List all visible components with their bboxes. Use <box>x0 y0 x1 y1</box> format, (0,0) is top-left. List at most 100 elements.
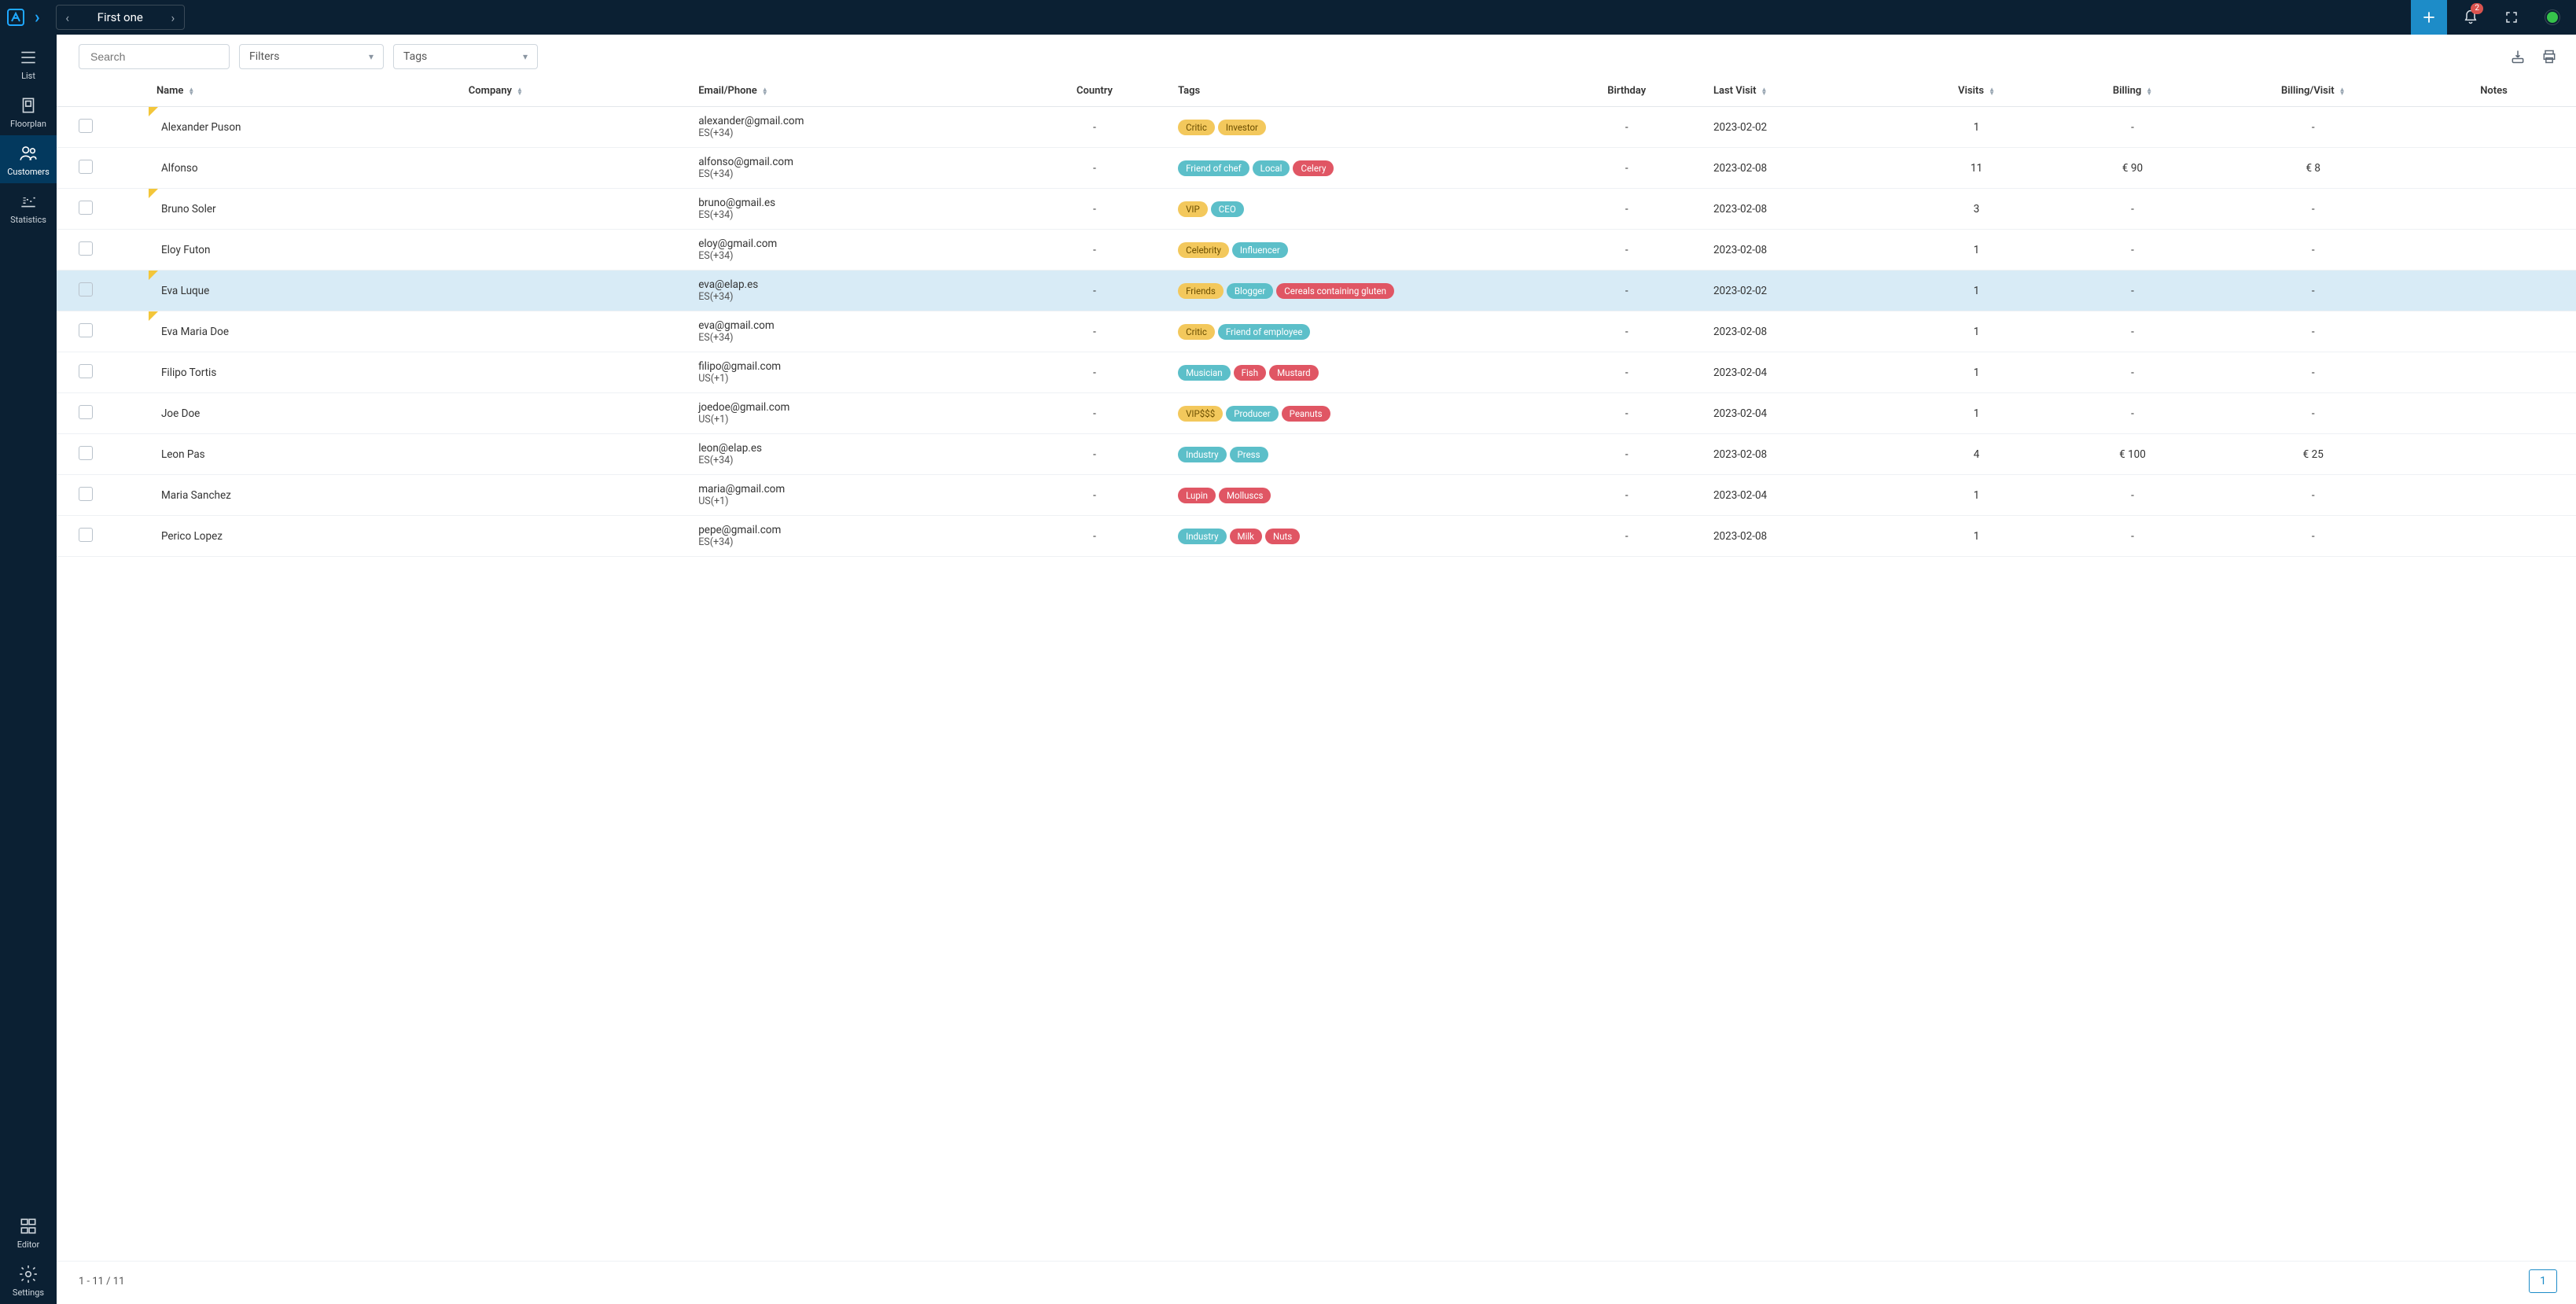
tags-label: Tags <box>403 50 427 63</box>
table-row[interactable]: Eva Luqueeva@elap.esES(+34)-FriendsBlogg… <box>57 271 2576 311</box>
tag-pill[interactable]: Producer <box>1226 406 1278 422</box>
sidebar-item-editor[interactable]: Editor <box>0 1208 57 1256</box>
location-next-button[interactable]: › <box>162 10 184 25</box>
tag-pill[interactable]: Critic <box>1178 120 1215 135</box>
cell-tags: VIP$$$ProducerPeanuts <box>1170 393 1547 434</box>
sidebar-item-statistics[interactable]: Statistics <box>0 183 57 231</box>
row-checkbox[interactable] <box>79 405 93 419</box>
cell-country: - <box>1019 148 1170 189</box>
tag-pill[interactable]: Industry <box>1178 529 1226 544</box>
page-button-1[interactable]: 1 <box>2529 1269 2557 1293</box>
tag-pill[interactable]: Fish <box>1234 365 1266 381</box>
row-checkbox[interactable] <box>79 364 93 378</box>
tag-pill[interactable]: Critic <box>1178 324 1215 340</box>
row-checkbox[interactable] <box>79 487 93 501</box>
filters-dropdown[interactable]: Filters ▾ <box>239 44 384 69</box>
location-prev-button[interactable]: ‹ <box>57 10 79 25</box>
tag-pill[interactable]: Celebrity <box>1178 242 1229 258</box>
row-checkbox[interactable] <box>79 282 93 297</box>
sidebar-item-customers[interactable]: Customers <box>0 135 57 183</box>
row-checkbox[interactable] <box>79 446 93 460</box>
col-billingvisit[interactable]: Billing/Visit▲▼ <box>2214 76 2412 107</box>
app-logo-icon[interactable] <box>6 8 25 27</box>
tag-pill[interactable]: Friend of chef <box>1178 160 1249 176</box>
cell-notes <box>2412 189 2576 230</box>
customer-name: Eva Luque <box>161 285 209 297</box>
location-title: First one <box>79 10 162 24</box>
tag-pill[interactable]: CEO <box>1211 201 1244 217</box>
col-email[interactable]: Email/Phone▲▼ <box>690 76 1019 107</box>
add-button[interactable] <box>2411 0 2447 35</box>
table-row[interactable]: Alexander Pusonalexander@gmail.comES(+34… <box>57 107 2576 148</box>
tag-pill[interactable]: Blogger <box>1227 283 1273 299</box>
row-checkbox[interactable] <box>79 160 93 174</box>
tag-pill[interactable]: Nuts <box>1265 529 1300 544</box>
status-indicator[interactable] <box>2535 0 2570 35</box>
row-checkbox[interactable] <box>79 119 93 133</box>
tag-pill[interactable]: VIP$$$ <box>1178 406 1223 422</box>
tag-pill[interactable]: Celery <box>1293 160 1334 176</box>
sidebar-item-settings[interactable]: Settings <box>0 1256 57 1304</box>
download-button[interactable] <box>2507 46 2529 68</box>
col-visits[interactable]: Visits▲▼ <box>1903 76 2051 107</box>
tag-pill[interactable]: Peanuts <box>1282 406 1330 422</box>
tag-pill[interactable]: Musician <box>1178 365 1231 381</box>
table-row[interactable]: Filipo Tortisfilipo@gmail.comUS(+1)-Musi… <box>57 352 2576 393</box>
row-checkbox[interactable] <box>79 323 93 337</box>
tag-pill[interactable]: Industry <box>1178 447 1226 462</box>
sidebar-item-list[interactable]: List <box>0 39 57 87</box>
tag-pill[interactable]: Press <box>1230 447 1268 462</box>
search-input-wrapper[interactable] <box>79 44 230 69</box>
tag-pill[interactable]: Milk <box>1230 529 1262 544</box>
cell-billing: - <box>2051 107 2215 148</box>
cell-company <box>461 189 690 230</box>
cell-country: - <box>1019 393 1170 434</box>
table-scroll[interactable]: Name▲▼ Company▲▼ Email/Phone▲▼ Country T… <box>57 76 2576 1261</box>
col-country: Country <box>1019 76 1170 107</box>
search-input[interactable] <box>90 50 233 63</box>
sort-icon: ▲▼ <box>517 87 523 95</box>
notifications-button[interactable]: 2 <box>2453 0 2488 35</box>
tag-pill[interactable]: Cereals containing gluten <box>1276 283 1394 299</box>
row-checkbox[interactable] <box>79 528 93 542</box>
table-row[interactable]: Eva Maria Doeeva@gmail.comES(+34)-Critic… <box>57 311 2576 352</box>
sidebar-item-floorplan[interactable]: Floorplan <box>0 87 57 135</box>
cell-billing-visit: € 25 <box>2214 434 2412 475</box>
table-row[interactable]: Perico Lopezpepe@gmail.comES(+34)-Indust… <box>57 516 2576 557</box>
cell-name: Leon Pas <box>149 434 461 475</box>
col-lastvisit[interactable]: Last Visit▲▼ <box>1706 76 1903 107</box>
cell-name: Eloy Futon <box>149 230 461 271</box>
tag-pill[interactable]: Mustard <box>1269 365 1319 381</box>
col-name[interactable]: Name▲▼ <box>149 76 461 107</box>
table-row[interactable]: Leon Pas leon@elap.esES(+34)-Industry Pres… <box>57 434 2576 475</box>
cell-email: leon@elap.esES(+34) <box>690 434 1019 475</box>
cell-birthday: - <box>1547 516 1706 557</box>
col-company[interactable]: Company▲▼ <box>461 76 690 107</box>
tag-pill[interactable]: Lupin <box>1178 488 1216 503</box>
fullscreen-button[interactable] <box>2494 0 2529 35</box>
row-checkbox[interactable] <box>79 241 93 256</box>
table-row[interactable]: Alfonsoalfonso@gmail.comES(+34)-Friend o… <box>57 148 2576 189</box>
cell-lastvisit: 2023-02-08 <box>1706 148 1903 189</box>
tag-pill[interactable]: Friend of employee <box>1218 324 1311 340</box>
cell-country: - <box>1019 434 1170 475</box>
customer-name: Joe Doe <box>161 407 200 420</box>
table-row[interactable]: Bruno Solerbruno@gmail.esES(+34)-VIPCEO-… <box>57 189 2576 230</box>
tag-pill[interactable]: Influencer <box>1232 242 1288 258</box>
table-row[interactable]: Maria Sanchezmaria@gmail.comUS(+1)-Lupin… <box>57 475 2576 516</box>
col-billing[interactable]: Billing▲▼ <box>2051 76 2215 107</box>
cell-lastvisit: 2023-02-08 <box>1706 434 1903 475</box>
tag-pill[interactable]: Investor <box>1218 120 1266 135</box>
table-row[interactable]: Joe Doejoedoe@gmail.comUS(+1)-VIP$$$Prod… <box>57 393 2576 434</box>
tags-dropdown[interactable]: Tags ▾ <box>393 44 538 69</box>
cell-tags: Industry MilkNuts <box>1170 516 1547 557</box>
tag-pill[interactable]: Local <box>1253 160 1290 176</box>
breadcrumb-chevron-icon[interactable]: › <box>35 8 40 28</box>
print-button[interactable] <box>2538 46 2560 68</box>
tag-pill[interactable]: VIP <box>1178 201 1208 217</box>
tag-pill[interactable]: Molluscs <box>1219 488 1271 503</box>
cell-visits: 1 <box>1903 107 2051 148</box>
table-row[interactable]: Eloy Futoneloy@gmail.comES(+34)-Celebrit… <box>57 230 2576 271</box>
tag-pill[interactable]: Friends <box>1178 283 1224 299</box>
row-checkbox[interactable] <box>79 201 93 215</box>
